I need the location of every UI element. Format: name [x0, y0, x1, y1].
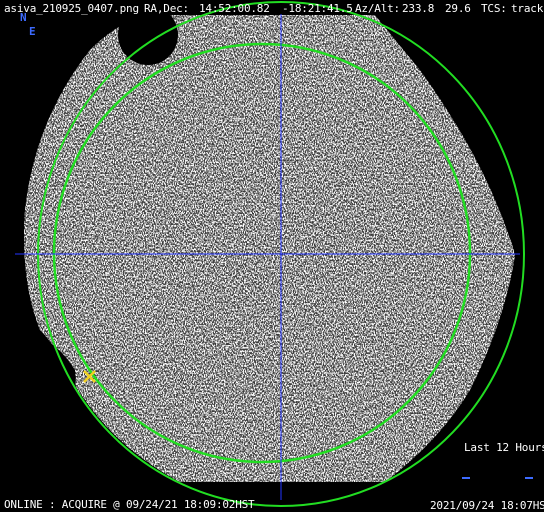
- sky-camera-view: [15, 1, 533, 507]
- timestamp: 2021/09/24 18:07HST: [430, 499, 544, 512]
- compass-north: N: [20, 11, 27, 24]
- sky-image: [24, 15, 515, 482]
- status-line: ONLINE : ACQUIRE @ 09/24/21 18:09:02HST: [4, 498, 255, 511]
- dec-value: -18:21:41.5: [282, 2, 353, 15]
- alt-value: 29.6: [445, 2, 471, 15]
- tcs-label: TCS:: [481, 2, 507, 15]
- az-value: 233.8: [402, 2, 435, 15]
- tcs-state: track: [511, 2, 544, 15]
- radec-label: RA,Dec:: [144, 2, 189, 15]
- ra-value: 14:52:00.82: [199, 2, 270, 15]
- azalt-label: Az/Alt:: [355, 2, 400, 15]
- compass-east: E: [29, 25, 36, 38]
- legend-label: Last 12 Hours: [464, 441, 544, 454]
